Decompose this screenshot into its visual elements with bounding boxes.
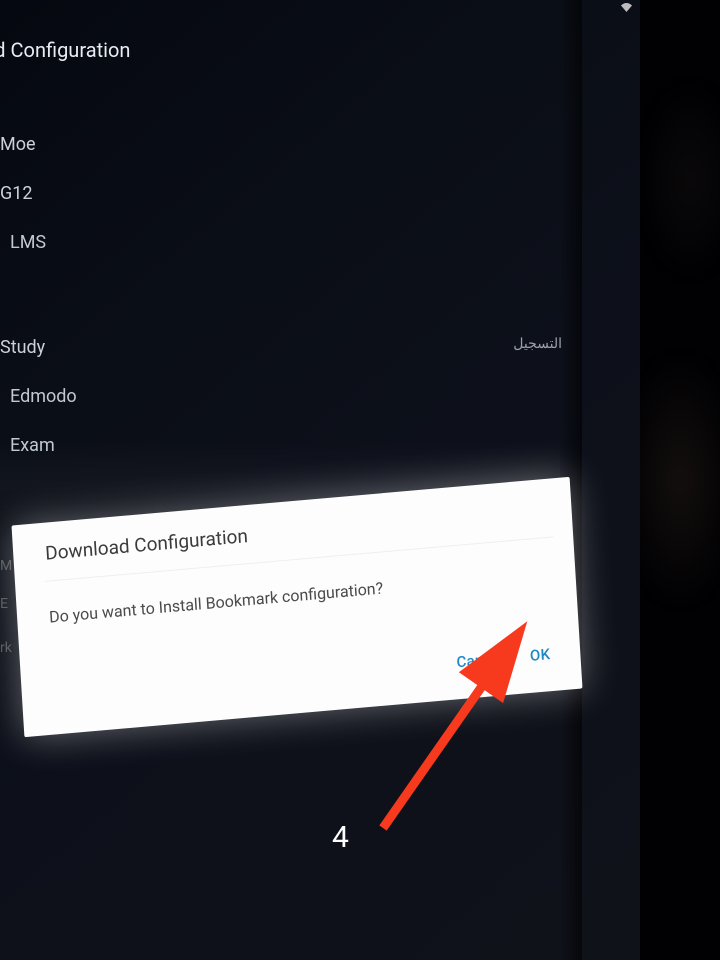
register-label[interactable]: التسجيل bbox=[513, 336, 562, 352]
truncated-labels: M E rk bbox=[0, 558, 12, 656]
truncated-text: rk bbox=[0, 640, 12, 656]
page-title: oad Configuration bbox=[0, 38, 640, 62]
confirmation-dialog: Download Configuration Do you want to In… bbox=[11, 477, 582, 737]
dialog-actions: Cancel OK bbox=[456, 645, 551, 671]
background-blur bbox=[640, 80, 720, 280]
list-item-moe[interactable]: Moe bbox=[0, 120, 640, 169]
list-item-edmodo[interactable]: Edmodo bbox=[10, 372, 640, 421]
ok-button[interactable]: OK bbox=[529, 645, 550, 665]
bookmark-list: Moe G12 LMS Study Edmodo Exam bbox=[0, 80, 640, 470]
truncated-text: M bbox=[0, 558, 12, 574]
list-item-exam[interactable]: Exam bbox=[10, 421, 640, 470]
tablet-screen: oad Configuration Moe G12 LMS Study Edmo… bbox=[0, 0, 640, 960]
page-header: oad Configuration bbox=[0, 18, 640, 80]
dialog-container: Download Configuration Do you want to In… bbox=[17, 501, 577, 713]
wifi-icon bbox=[621, 3, 632, 18]
step-number: 4 bbox=[332, 820, 349, 855]
truncated-text: E bbox=[0, 596, 12, 612]
cancel-button[interactable]: Cancel bbox=[456, 649, 505, 671]
status-bar bbox=[0, 0, 640, 18]
list-item-g12[interactable]: G12 bbox=[0, 169, 640, 218]
list-item-lms[interactable]: LMS bbox=[10, 218, 640, 267]
